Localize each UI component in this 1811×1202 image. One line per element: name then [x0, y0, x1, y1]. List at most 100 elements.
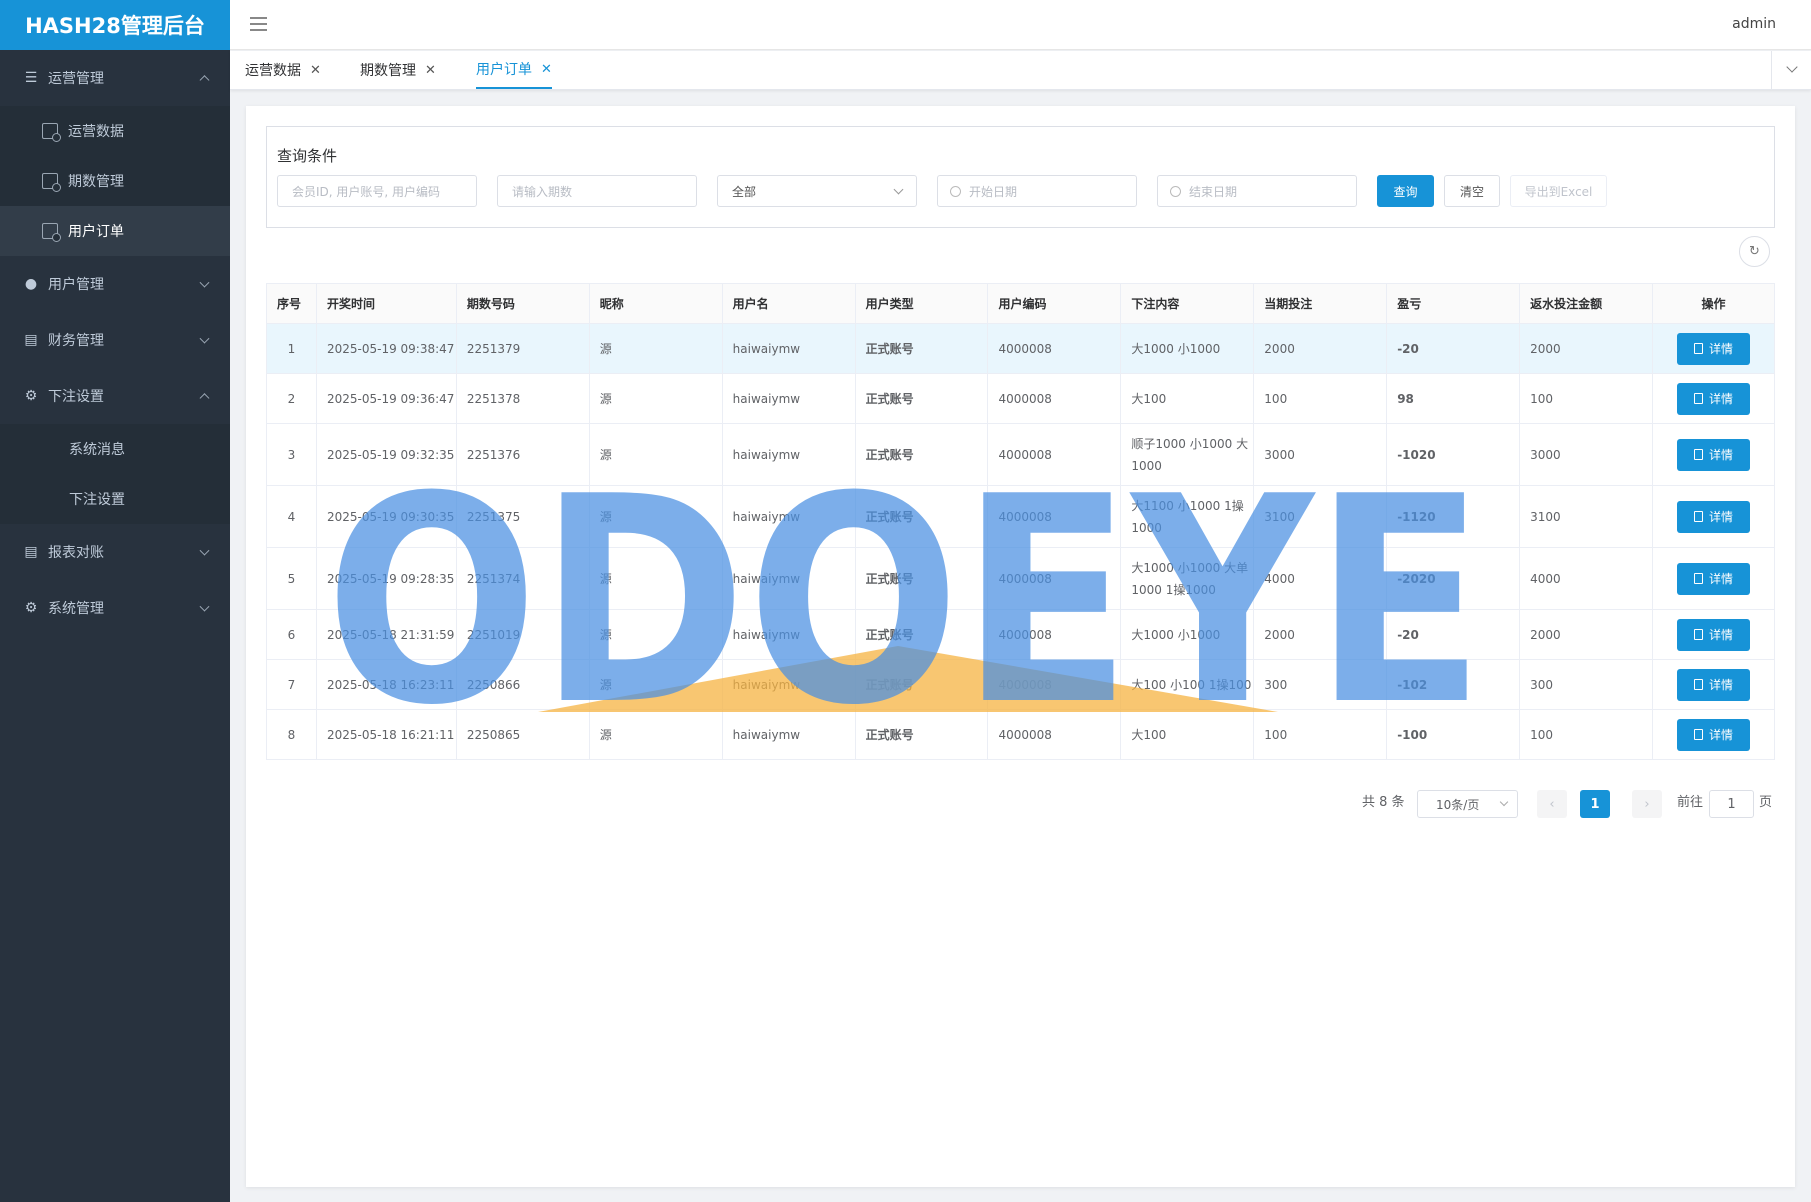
document-icon — [1693, 393, 1703, 404]
close-icon[interactable]: ✕ — [541, 62, 552, 77]
start-date-input[interactable]: 开始日期 — [937, 175, 1137, 207]
sidebar-group: ☰ 运营管理运营数据 期数管理 用户订单 — [0, 50, 230, 256]
detail-button[interactable]: 详情 — [1676, 718, 1750, 751]
report-icon: ▤ — [24, 544, 38, 560]
detail-button[interactable]: 详情 — [1676, 562, 1750, 595]
cell-period: 2251374 — [455, 547, 590, 610]
tabs-bar: 运营数据 ✕ 期数管理 ✕ 用户订单 ✕ — [230, 51, 1811, 90]
tabs-dropdown-icon[interactable] — [1771, 51, 1811, 89]
sidebar-group-title[interactable]: ● 用户管理 — [0, 256, 230, 312]
cell-time: 2025-05-18 21:31:59 — [315, 609, 457, 660]
sidebar-group-label: 财务管理 — [48, 333, 104, 349]
table-row: 3 2025-05-19 09:32:35 2251376 源 haiwaiymw 正式账… — [266, 423, 1776, 486]
cell-rebate: 3000 — [1519, 423, 1653, 486]
refresh-icon[interactable]: ↻ — [1739, 236, 1770, 267]
tab-label: 期数管理 — [360, 63, 416, 79]
cell-username: haiwaiymw — [721, 423, 856, 486]
clear-button[interactable]: 清空 — [1444, 175, 1500, 207]
detail-button[interactable]: 详情 — [1676, 500, 1750, 533]
close-icon[interactable]: ✕ — [310, 63, 321, 78]
user-menu[interactable]: admin — [1732, 16, 1776, 32]
sidebar-group-title[interactable]: ⚙ 系统管理 — [0, 580, 230, 636]
next-page-icon[interactable]: › — [1632, 790, 1662, 818]
detail-button[interactable]: 详情 — [1676, 668, 1750, 701]
main-content: 查询条件 会员ID, 用户账号, 用户编码 请输入期数 全部 开始日期 结束日期… — [246, 106, 1795, 1187]
sidebar-group-title[interactable]: ☰ 运营管理 — [0, 50, 230, 106]
page-size-select[interactable]: 10条/页 — [1417, 790, 1518, 818]
list-icon: ☰ — [24, 70, 38, 86]
cell-content: 大100 小100 1操100 — [1120, 659, 1255, 710]
document-icon: ▤ — [24, 332, 38, 348]
user-type-select[interactable]: 全部 — [717, 175, 917, 207]
sidebar-group-label: 用户管理 — [48, 277, 104, 293]
sidebar-group-title[interactable]: ⚙ 下注设置 — [0, 368, 230, 424]
page-number-button[interactable]: 1 — [1580, 790, 1610, 818]
detail-button[interactable]: 详情 — [1676, 618, 1750, 651]
cell-type: 正式账号 — [854, 423, 989, 486]
tab[interactable]: 用户订单 ✕ — [476, 51, 552, 89]
cell-pnl: -20 — [1386, 323, 1521, 374]
cell-type: 正式账号 — [854, 709, 989, 760]
sidebar-group-title[interactable]: ▤ 报表对账 — [0, 524, 230, 580]
sidebar-item[interactable]: 运营数据 — [0, 106, 230, 156]
cell-no: 4 — [266, 485, 317, 548]
prev-page-icon[interactable]: ‹ — [1537, 790, 1567, 818]
cell-content: 大100 — [1120, 373, 1255, 424]
period-input[interactable]: 请输入期数 — [497, 175, 697, 207]
detail-label: 详情 — [1708, 448, 1733, 462]
export-excel-button[interactable]: 导出到Excel — [1510, 175, 1607, 207]
table-row: 7 2025-05-18 16:23:11 2250866 源 haiwaiymw 正式账… — [266, 659, 1776, 710]
detail-button[interactable]: 详情 — [1676, 382, 1750, 415]
cell-rebate: 2000 — [1519, 323, 1653, 374]
column-header: 返水投注金额 — [1519, 283, 1653, 324]
sidebar-group-title[interactable]: ▤ 财务管理 — [0, 312, 230, 368]
sidebar-group-label: 运营管理 — [48, 71, 104, 87]
cell-period: 2251375 — [455, 485, 590, 548]
close-icon[interactable]: ✕ — [425, 63, 436, 78]
cell-no: 3 — [266, 423, 317, 486]
cell-actions: 详情 — [1651, 373, 1776, 424]
cell-pnl: -100 — [1386, 709, 1521, 760]
detail-button[interactable]: 详情 — [1676, 438, 1750, 471]
document-icon — [1693, 679, 1703, 690]
cell-no: 5 — [266, 547, 317, 610]
cell-bet: 3100 — [1253, 485, 1388, 548]
cell-nick: 源 — [588, 423, 723, 486]
goto-page-input[interactable] — [1709, 790, 1754, 818]
sidebar-item[interactable]: 下注设置 — [0, 474, 230, 524]
cell-pnl: -1020 — [1386, 423, 1521, 486]
cell-nick: 源 — [588, 373, 723, 424]
pagination-total: 共 8 条 — [1362, 795, 1405, 810]
cell-content: 大1000 小1000 — [1120, 609, 1255, 660]
document-icon — [1693, 629, 1703, 640]
cell-code: 4000008 — [987, 609, 1122, 660]
cell-rebate: 100 — [1519, 709, 1653, 760]
member-search-input[interactable]: 会员ID, 用户账号, 用户编码 — [277, 175, 477, 207]
sidebar-item[interactable]: 系统消息 — [0, 424, 230, 474]
detail-button[interactable]: 详情 — [1676, 332, 1750, 365]
column-header: 当期投注 — [1253, 283, 1388, 324]
cell-pnl: -20 — [1386, 609, 1521, 660]
cell-nick: 源 — [588, 609, 723, 660]
detail-label: 详情 — [1708, 510, 1733, 524]
menu-toggle-icon[interactable] — [250, 17, 267, 31]
end-date-input[interactable]: 结束日期 — [1157, 175, 1357, 207]
cell-content: 大1100 小1000 1操1000 — [1120, 485, 1255, 548]
document-icon — [1693, 573, 1703, 584]
cell-pnl: -1120 — [1386, 485, 1521, 548]
sidebar-item[interactable]: 期数管理 — [0, 156, 230, 206]
cell-pnl: -102 — [1386, 659, 1521, 710]
cell-time: 2025-05-19 09:32:35 — [315, 423, 457, 486]
goto-suffix: 页 — [1759, 795, 1773, 810]
column-header: 用户名 — [721, 283, 856, 324]
sidebar-item[interactable]: 用户订单 — [0, 206, 230, 256]
search-button[interactable]: 查询 — [1377, 175, 1434, 207]
chevron-down-icon — [893, 184, 904, 195]
user-type-value: 全部 — [732, 184, 757, 199]
sidebar: HASH28管理后台 ☰ 运营管理 运营数据 期数管理 用户订单 ● 用户管理 ▤ 财务管理 ⚙ 下… — [0, 0, 230, 1202]
tab[interactable]: 期数管理 ✕ — [360, 51, 436, 89]
sidebar-group: ⚙ 系统管理 — [0, 580, 230, 636]
cell-code: 4000008 — [987, 659, 1122, 710]
sidebar-submenu: 运营数据 期数管理 用户订单 — [0, 106, 230, 256]
tab[interactable]: 运营数据 ✕ — [245, 51, 321, 89]
